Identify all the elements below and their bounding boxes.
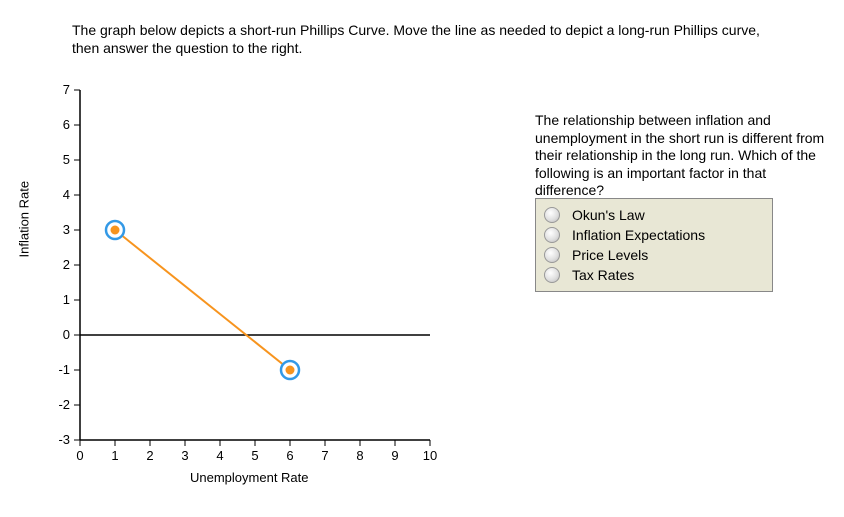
y-tick-label: -3	[50, 432, 70, 447]
question-text: The relationship between inflation and u…	[535, 112, 825, 200]
options-box: Okun's Law Inflation Expectations Price …	[535, 198, 773, 292]
y-tick-label: 7	[50, 82, 70, 97]
drag-handle[interactable]	[281, 361, 299, 379]
option-label: Inflation Expectations	[572, 227, 705, 243]
instructions-text: The graph below depicts a short-run Phil…	[72, 22, 772, 57]
option-label: Okun's Law	[572, 207, 645, 223]
y-tick-label: -1	[50, 362, 70, 377]
x-tick-label: 10	[420, 448, 440, 463]
option-okuns-law[interactable]: Okun's Law	[540, 205, 768, 225]
x-tick-label: 6	[280, 448, 300, 463]
radio-icon	[544, 267, 560, 283]
x-axis-label: Unemployment Rate	[190, 470, 309, 485]
option-price-levels[interactable]: Price Levels	[540, 245, 768, 265]
y-tick-label: 1	[50, 292, 70, 307]
x-tick-label: 8	[350, 448, 370, 463]
x-tick-label: 0	[70, 448, 90, 463]
option-label: Tax Rates	[572, 267, 634, 283]
x-tick-label: 5	[245, 448, 265, 463]
drag-handle[interactable]	[106, 221, 124, 239]
x-tick-label: 2	[140, 448, 160, 463]
y-tick-label: 2	[50, 257, 70, 272]
y-tick-label: 6	[50, 117, 70, 132]
x-tick-label: 3	[175, 448, 195, 463]
y-tick-label: 3	[50, 222, 70, 237]
radio-icon	[544, 207, 560, 223]
y-axis-label: Inflation Rate	[17, 181, 32, 258]
x-tick-label: 9	[385, 448, 405, 463]
y-tick-label: 5	[50, 152, 70, 167]
option-inflation-expectations[interactable]: Inflation Expectations	[540, 225, 768, 245]
x-tick-label: 1	[105, 448, 125, 463]
x-tick-label: 4	[210, 448, 230, 463]
radio-icon	[544, 227, 560, 243]
option-label: Price Levels	[572, 247, 648, 263]
phillips-curve-chart[interactable]: Inflation Rate Unemployment Rate -3-2-10…	[30, 70, 450, 463]
option-tax-rates[interactable]: Tax Rates	[540, 265, 768, 285]
x-tick-label: 7	[315, 448, 335, 463]
radio-icon	[544, 247, 560, 263]
y-tick-label: 4	[50, 187, 70, 202]
y-tick-label: 0	[50, 327, 70, 342]
y-tick-label: -2	[50, 397, 70, 412]
